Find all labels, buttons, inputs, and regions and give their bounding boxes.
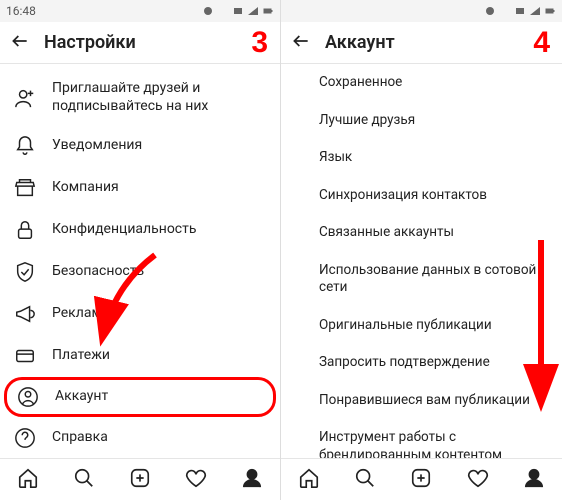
label: Сохраненное <box>319 74 402 90</box>
person-add-icon <box>14 87 36 109</box>
status-icons <box>202 5 274 17</box>
back-button[interactable] <box>291 31 311 55</box>
label: Синхронизация контактов <box>319 187 487 203</box>
status-time: 16:48 <box>6 4 36 18</box>
megaphone-icon <box>14 303 36 325</box>
label: Запросить подтверждение <box>319 354 490 370</box>
account-item-linked-accounts[interactable]: Связанные аккаунты <box>281 214 562 252</box>
account-item-saved[interactable]: Сохраненное <box>281 64 562 102</box>
label: Приглашайте друзей и подписывайтесь на н… <box>52 80 266 115</box>
heart-icon <box>467 467 489 489</box>
header: Настройки 3 <box>0 22 280 64</box>
account-item-cellular-data[interactable]: Использование данных в сотовой сети <box>281 252 562 307</box>
shield-icon <box>14 261 36 283</box>
label: Безопасность <box>52 263 266 281</box>
step-number: 4 <box>533 26 550 60</box>
account-item-branded-content[interactable]: Инструмент работы с брендированным конте… <box>281 419 562 458</box>
account-item-close-friends[interactable]: Лучшие друзья <box>281 102 562 140</box>
settings-list: Приглашайте друзей и подписывайтесь на н… <box>0 64 280 458</box>
label: Платежи <box>52 347 266 365</box>
card-icon <box>14 345 36 367</box>
status-bar <box>281 0 562 22</box>
settings-item-help[interactable]: Справка <box>0 417 280 458</box>
bottom-nav <box>0 458 280 500</box>
account-item-language[interactable]: Язык <box>281 139 562 177</box>
help-icon <box>14 427 36 449</box>
heart-icon <box>185 467 207 489</box>
account-item-request-verification[interactable]: Запросить подтверждение <box>281 344 562 382</box>
nav-home[interactable] <box>298 467 320 493</box>
settings-item-payments[interactable]: Платежи <box>0 335 280 377</box>
settings-item-notifications[interactable]: Уведомления <box>0 125 280 167</box>
nav-activity[interactable] <box>185 467 207 493</box>
home-icon <box>298 467 320 489</box>
nav-add[interactable] <box>129 467 151 493</box>
label: Использование данных в сотовой сети <box>319 262 536 296</box>
bell-icon <box>14 135 36 157</box>
settings-item-business[interactable]: Компания <box>0 167 280 209</box>
page-title: Настройки <box>44 32 136 53</box>
account-item-original-posts[interactable]: Оригинальные публикации <box>281 307 562 345</box>
nav-add[interactable] <box>410 467 432 493</box>
label: Компания <box>52 179 266 197</box>
store-icon <box>14 177 36 199</box>
label: Конфиденциальность <box>52 221 266 239</box>
settings-item-privacy[interactable]: Конфиденциальность <box>0 209 280 251</box>
settings-item-ads[interactable]: Реклама <box>0 293 280 335</box>
search-icon <box>73 467 95 489</box>
label: Уведомления <box>52 137 266 155</box>
label: Справка <box>52 429 266 447</box>
account-item-liked-posts[interactable]: Понравившиеся вам публикации <box>281 382 562 420</box>
status-icons <box>484 5 556 17</box>
status-bar: 16:48 <box>0 0 280 22</box>
arrow-left-icon <box>291 31 311 51</box>
arrow-left-icon <box>10 31 30 51</box>
user-circle-icon <box>17 386 39 408</box>
page-title: Аккаунт <box>325 32 395 53</box>
label: Оригинальные публикации <box>319 317 492 333</box>
settings-item-invite[interactable]: Приглашайте друзей и подписывайтесь на н… <box>0 70 280 125</box>
label: Реклама <box>52 305 266 323</box>
screen-account: Аккаунт 4 Сохраненное Лучшие друзья Язык… <box>281 0 562 500</box>
home-icon <box>17 467 39 489</box>
label: Инструмент работы с брендированным конте… <box>319 429 502 458</box>
profile-icon <box>241 467 263 489</box>
label: Лучшие друзья <box>319 112 415 128</box>
add-icon <box>129 467 151 489</box>
header: Аккаунт 4 <box>281 22 562 64</box>
account-item-contacts-sync[interactable]: Синхронизация контактов <box>281 177 562 215</box>
screen-settings: 16:48 Настройки 3 Приглашайте друзей и п… <box>0 0 281 500</box>
settings-item-account[interactable]: Аккаунт <box>4 377 276 417</box>
account-list: Сохраненное Лучшие друзья Язык Синхрониз… <box>281 64 562 458</box>
profile-icon <box>523 467 545 489</box>
nav-profile[interactable] <box>241 467 263 493</box>
nav-home[interactable] <box>17 467 39 493</box>
label: Понравившиеся вам публикации <box>319 392 530 408</box>
nav-activity[interactable] <box>467 467 489 493</box>
nav-profile[interactable] <box>523 467 545 493</box>
nav-search[interactable] <box>354 467 376 493</box>
nav-search[interactable] <box>73 467 95 493</box>
lock-icon <box>14 219 36 241</box>
label: Язык <box>319 149 352 165</box>
label: Связанные аккаунты <box>319 224 454 240</box>
step-number: 3 <box>251 26 268 60</box>
search-icon <box>354 467 376 489</box>
bottom-nav <box>281 458 562 500</box>
back-button[interactable] <box>10 31 30 55</box>
add-icon <box>410 467 432 489</box>
settings-item-security[interactable]: Безопасность <box>0 251 280 293</box>
label: Аккаунт <box>55 388 263 406</box>
